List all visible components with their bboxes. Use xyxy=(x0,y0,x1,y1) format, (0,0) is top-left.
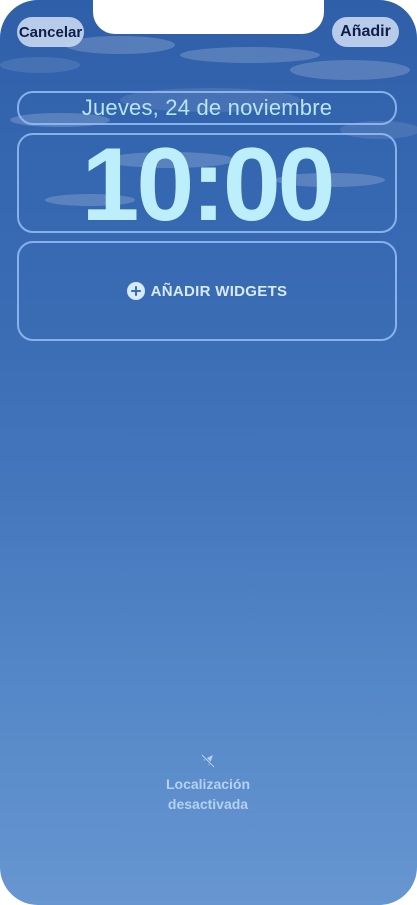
add-widgets-button[interactable]: AÑADIR WIDGETS xyxy=(126,282,288,300)
cancel-button[interactable]: Cancelar xyxy=(17,17,84,47)
device-notch xyxy=(93,0,324,34)
location-status-line2: desactivada xyxy=(167,796,249,812)
clock-frame[interactable]: 10:00 xyxy=(17,133,397,237)
location-status: Localización desactivada xyxy=(108,752,308,814)
date-label: Jueves, 24 de noviembre xyxy=(81,95,333,120)
add-widgets-area[interactable]: AÑADIR WIDGETS xyxy=(17,241,397,341)
location-off-icon xyxy=(201,754,215,768)
location-status-line1: Localización xyxy=(165,776,251,792)
plus-circle-icon xyxy=(126,282,145,300)
lock-screen-editor: Cancelar Añadir Jueves, 24 de noviembre … xyxy=(0,0,417,905)
date-widget-frame[interactable]: Jueves, 24 de noviembre xyxy=(17,91,397,125)
add-button[interactable]: Añadir xyxy=(332,17,399,47)
clock-time: 10:00 xyxy=(81,127,336,243)
add-widgets-label: AÑADIR WIDGETS xyxy=(150,282,288,300)
